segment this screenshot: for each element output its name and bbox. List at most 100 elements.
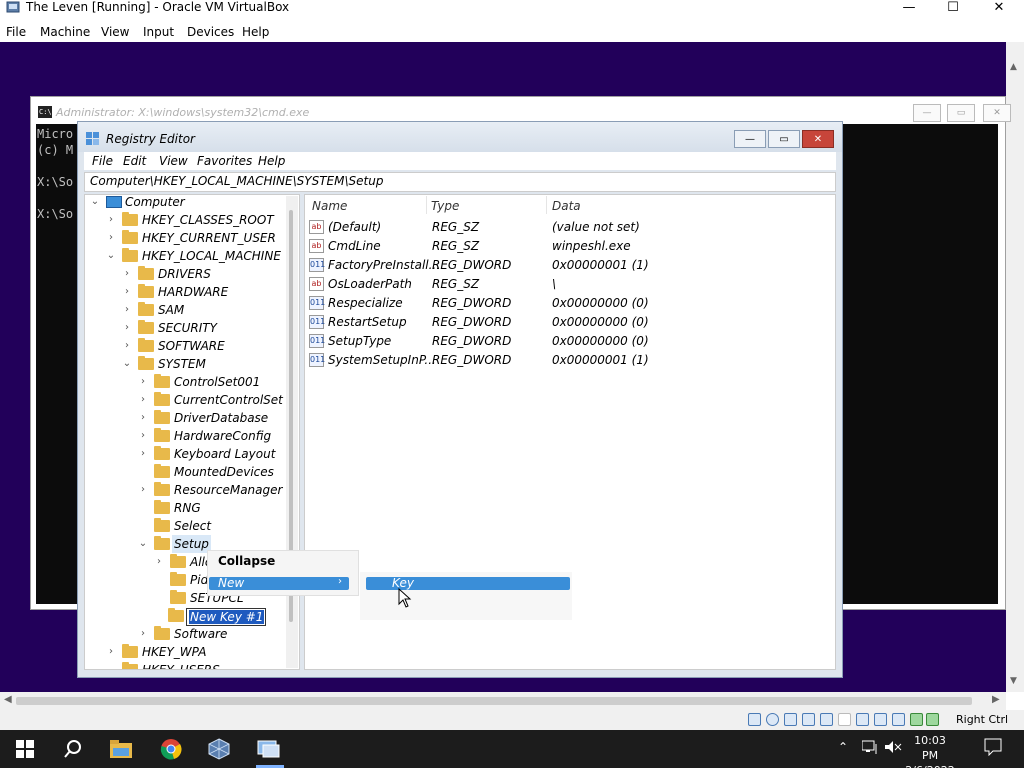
close-button[interactable]: ✕ — [976, 0, 1022, 15]
value-row[interactable]: 011 Respecialize REG_DWORD 0x00000000 (0… — [309, 294, 829, 313]
tree-item-keyboardlayout[interactable]: › Keyboard Layout — [138, 445, 286, 463]
column-header-data[interactable]: Data — [552, 199, 581, 213]
regedit-menu-help[interactable]: Help — [258, 153, 285, 169]
tree-item-currentcontrolset[interactable]: › CurrentControlSet — [138, 391, 286, 409]
regedit-close-button[interactable]: ✕ — [802, 130, 834, 148]
value-row[interactable]: ab (Default) REG_SZ (value not set) — [309, 218, 829, 237]
chevron-right-icon[interactable]: › — [122, 283, 132, 301]
chevron-right-icon[interactable]: › — [122, 319, 132, 337]
chrome-icon[interactable] — [158, 736, 184, 762]
tree-item-hkcu[interactable]: › HKEY_CURRENT_USER — [106, 229, 286, 247]
cmd-maximize-button[interactable]: ▭ — [947, 104, 975, 122]
hard-disk-icon[interactable] — [748, 713, 761, 726]
chevron-down-icon[interactable]: ⌄ — [138, 535, 148, 553]
tree-item-software-sub[interactable]: › Software — [138, 625, 286, 643]
cpu-icon[interactable] — [910, 713, 923, 726]
menu-file[interactable]: File — [6, 24, 26, 40]
regedit-menu-file[interactable]: File — [92, 153, 113, 169]
tree-item-sam[interactable]: › SAM — [122, 301, 282, 319]
chevron-right-icon[interactable]: › — [138, 445, 148, 463]
remote-app-icon[interactable] — [256, 736, 282, 762]
tree-item-hkcr[interactable]: › HKEY_CLASSES_ROOT — [106, 211, 286, 229]
tree-item-allc[interactable]: › Allc — [154, 553, 211, 571]
column-header-type[interactable]: Type — [431, 199, 459, 213]
tree-item-mounteddevices[interactable]: MountedDevices — [138, 463, 286, 481]
display-icon[interactable] — [856, 713, 869, 726]
tree-item-hkusers[interactable]: HKEY_USERS — [106, 661, 286, 669]
chevron-right-icon[interactable]: › — [122, 265, 132, 283]
chevron-right-icon[interactable]: › — [154, 553, 164, 571]
usb-icon[interactable] — [820, 713, 833, 726]
regedit-minimize-button[interactable]: — — [734, 130, 766, 148]
value-row[interactable]: 011 FactoryPreInstall... REG_DWORD 0x000… — [309, 256, 829, 275]
network-status-icon[interactable] — [861, 740, 878, 757]
tree-item-pid[interactable]: Pid — [154, 571, 208, 589]
chevron-down-icon[interactable]: ⌄ — [106, 247, 116, 265]
regedit-menu-view[interactable]: View — [159, 153, 188, 169]
chevron-down-icon[interactable]: ⌄ — [90, 193, 100, 211]
taskbar-clock[interactable]: 10:03 PM 2/6/2022 — [905, 733, 955, 778]
tree-item-computer[interactable]: ⌄ Computer — [90, 193, 280, 211]
tree-item-drivers[interactable]: › DRIVERS — [122, 265, 282, 283]
minimize-button[interactable]: — — [886, 0, 932, 15]
tree-item-hkwpa[interactable]: › HKEY_WPA — [106, 643, 286, 661]
notifications-icon[interactable] — [984, 738, 1002, 759]
chevron-right-icon[interactable]: › — [138, 391, 148, 409]
tree-item-rng[interactable]: RNG — [138, 499, 286, 517]
menu-item-collapse[interactable]: Collapse — [218, 554, 275, 568]
menu-machine[interactable]: Machine — [40, 24, 90, 40]
tree-item-controlset001[interactable]: › ControlSet001 — [138, 373, 286, 391]
value-row[interactable]: 011 SystemSetupInP... REG_DWORD 0x000000… — [309, 351, 829, 370]
menu-view[interactable]: View — [101, 24, 129, 40]
menu-input[interactable]: Input — [143, 24, 174, 40]
chevron-down-icon[interactable]: ⌄ — [122, 355, 132, 373]
virtualization-icon[interactable] — [892, 713, 905, 726]
tree-item-resourcemanager[interactable]: › ResourceManager — [138, 481, 286, 499]
column-header-name[interactable]: Name — [312, 199, 347, 213]
search-icon[interactable] — [60, 736, 86, 762]
value-row[interactable]: ab OsLoaderPath REG_SZ \ — [309, 275, 829, 294]
menu-devices[interactable]: Devices — [187, 24, 234, 40]
cmd-close-button[interactable]: ✕ — [983, 104, 1011, 122]
chevron-right-icon[interactable]: › — [106, 211, 116, 229]
file-explorer-icon[interactable] — [108, 736, 134, 762]
regedit-maximize-button[interactable]: ▭ — [768, 130, 800, 148]
regedit-menu-favorites[interactable]: Favorites — [197, 153, 252, 169]
horizontal-scrollbar[interactable]: ◀ ▶ — [0, 692, 1006, 710]
chevron-right-icon[interactable]: › — [138, 427, 148, 445]
virtualbox-taskbar-icon[interactable] — [206, 736, 232, 762]
chevron-right-icon[interactable]: › — [122, 301, 132, 319]
mouse-integration-icon[interactable] — [926, 713, 939, 726]
tree-item-driverdatabase[interactable]: › DriverDatabase — [138, 409, 286, 427]
value-row[interactable]: ab CmdLine REG_SZ winpeshl.exe — [309, 237, 829, 256]
chevron-right-icon[interactable]: › — [138, 481, 148, 499]
recording-icon[interactable] — [874, 713, 887, 726]
optical-drive-icon[interactable] — [766, 713, 779, 726]
maximize-button[interactable]: ☐ — [930, 0, 976, 15]
tree-item-software[interactable]: › SOFTWARE — [122, 337, 282, 355]
volume-muted-icon[interactable] — [884, 740, 902, 757]
value-row[interactable]: 011 SetupType REG_DWORD 0x00000000 (0) — [309, 332, 829, 351]
rename-key-text[interactable]: New Key #1 — [189, 610, 265, 624]
cmd-minimize-button[interactable]: — — [913, 104, 941, 122]
tree-item-hklm[interactable]: ⌄ HKEY_LOCAL_MACHINE — [106, 247, 286, 265]
vertical-scrollbar[interactable]: ▲ ▼ — [1006, 42, 1024, 692]
chevron-right-icon[interactable]: › — [122, 337, 132, 355]
tree-item-newkey[interactable] — [154, 607, 184, 625]
chevron-right-icon[interactable]: › — [138, 625, 148, 643]
tree-item-select[interactable]: Select — [138, 517, 286, 535]
value-row[interactable]: 011 RestartSetup REG_DWORD 0x00000000 (0… — [309, 313, 829, 332]
show-hidden-icons-icon[interactable]: ⌃ — [838, 740, 848, 754]
network-icon[interactable] — [802, 713, 815, 726]
tree-item-hardware[interactable]: › HARDWARE — [122, 283, 282, 301]
audio-icon[interactable] — [784, 713, 797, 726]
tree-item-system[interactable]: ⌄ SYSTEM — [122, 355, 282, 373]
shared-folders-icon[interactable] — [838, 713, 851, 726]
regedit-menu-edit[interactable]: Edit — [123, 153, 146, 169]
tree-item-setup[interactable]: ⌄ Setup — [138, 535, 218, 553]
start-button[interactable] — [12, 736, 38, 762]
menu-help[interactable]: Help — [242, 24, 269, 40]
chevron-right-icon[interactable]: › — [106, 643, 116, 661]
tree-item-hardwareconfig[interactable]: › HardwareConfig — [138, 427, 286, 445]
chevron-right-icon[interactable]: › — [138, 373, 148, 391]
